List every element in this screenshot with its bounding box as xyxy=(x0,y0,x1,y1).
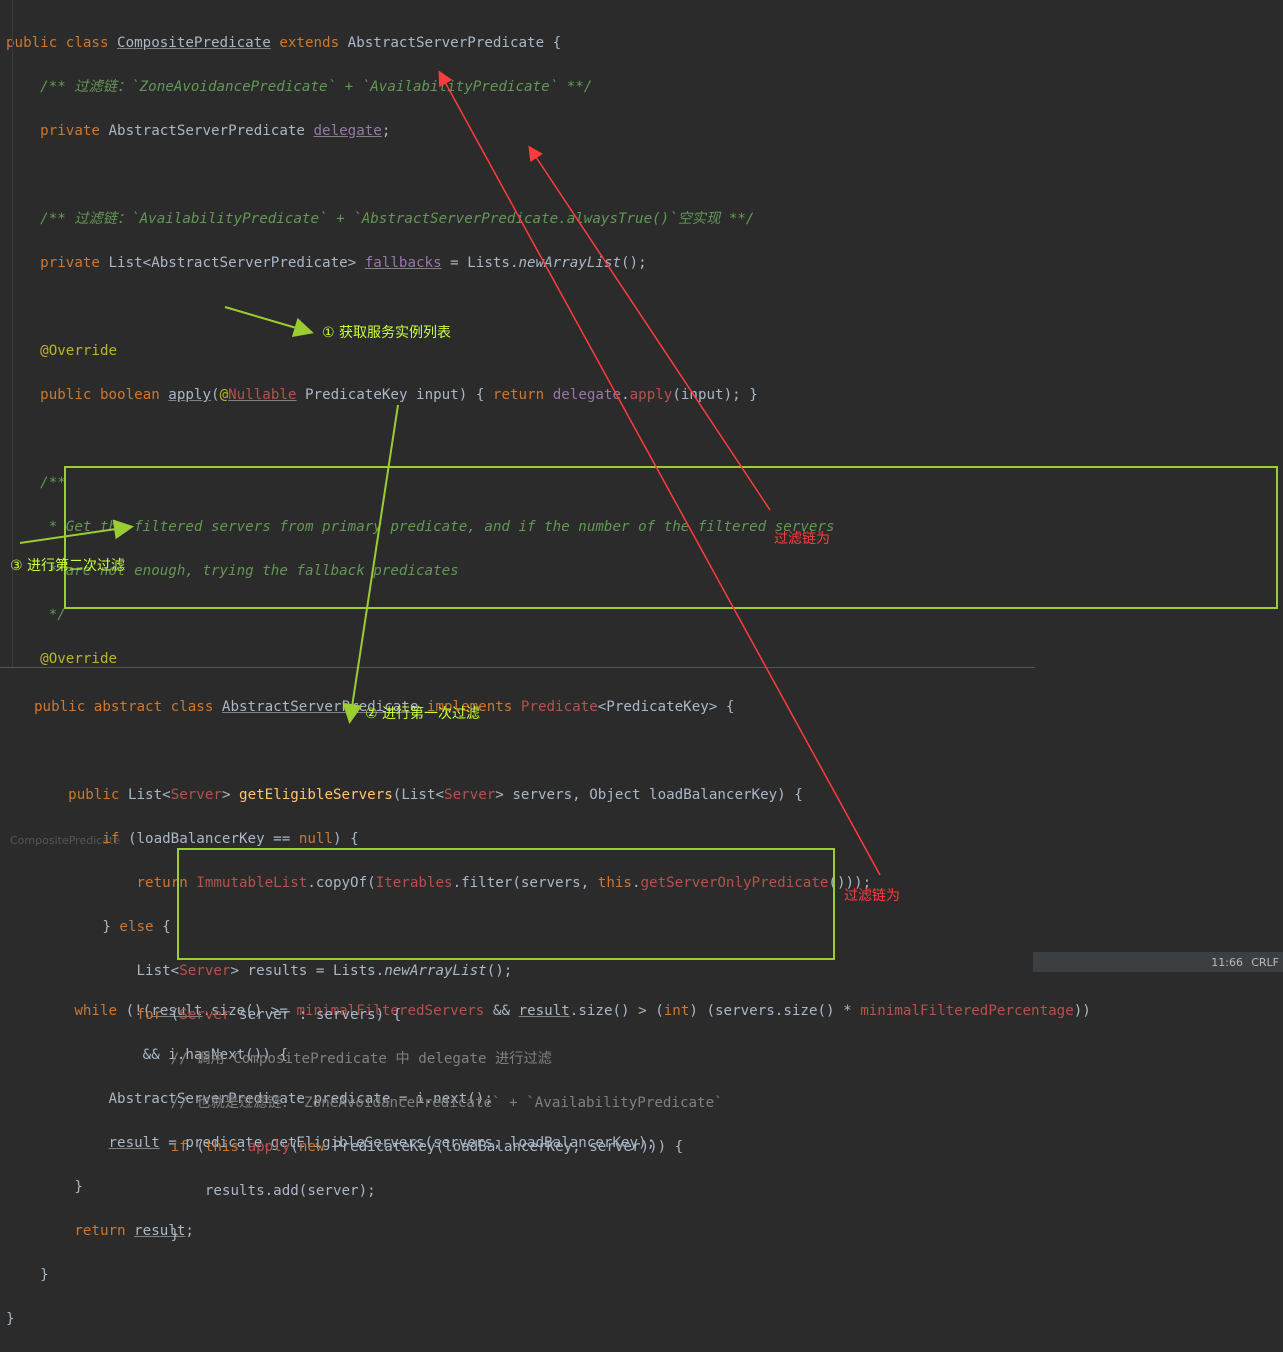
code-line-close-if: } xyxy=(34,1227,180,1243)
annotation-step2: ② 进行第一次过滤 xyxy=(365,706,481,722)
code-line-close-class: } xyxy=(6,1311,15,1327)
code-line-if-apply: if (this.apply(new PredicateKey(loadBala… xyxy=(170,1139,684,1155)
arrow-step2 xyxy=(342,404,399,724)
annotation-step3: ③ 进行第二次过滤 xyxy=(10,558,126,574)
status-time: 11:66 xyxy=(1211,956,1243,969)
code-line-comment-chain-2: // 也就是过滤链：`ZoneAvoidancePredicate` + `Av… xyxy=(34,1095,723,1111)
status-encoding[interactable]: CRLF xyxy=(1251,956,1279,969)
annotation-chain-b: 过滤链为 xyxy=(844,888,900,904)
code-line-comment-call: // 调用 CompositePredicate 中 delegate 进行过滤 xyxy=(34,1051,552,1067)
arrow-step3 xyxy=(19,519,134,544)
code-line-results-add: results.add(server); xyxy=(34,1183,376,1199)
annotation-arrows xyxy=(19,70,881,876)
status-bar: 11:66 CRLF xyxy=(1033,952,1283,972)
arrow-chain-delegate xyxy=(438,70,881,876)
arrow-step1 xyxy=(224,306,314,338)
code-line-for: for (Server server : servers) { xyxy=(136,1007,402,1023)
annotation-chain-a: 过滤链为 xyxy=(774,531,830,547)
annotation-step1: ① 获取服务实例列表 xyxy=(322,325,452,341)
